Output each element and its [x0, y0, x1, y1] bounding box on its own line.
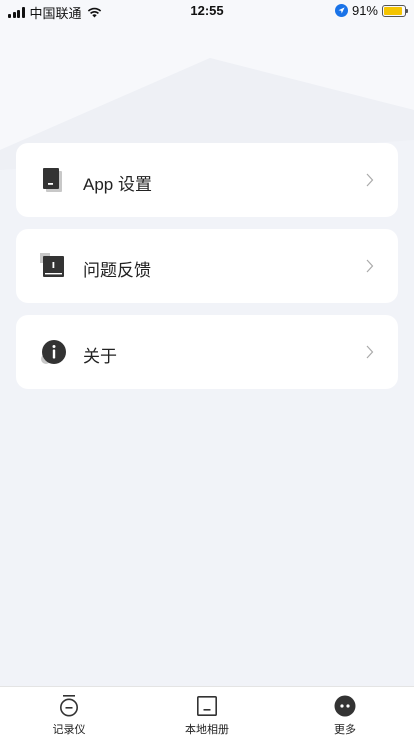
- settings-menu: App 设置 问题反馈 关于: [16, 143, 398, 401]
- tab-recorder[interactable]: 记录仪: [0, 687, 138, 736]
- feedback-icon: [40, 253, 64, 277]
- recorder-icon: [60, 695, 78, 717]
- info-icon: [41, 340, 66, 364]
- battery-icon: [382, 4, 408, 17]
- chevron-right-icon: [366, 259, 374, 273]
- more-icon: [334, 695, 356, 717]
- menu-item-label: App 设置: [83, 175, 152, 194]
- tab-bar: 记录仪 本地相册 更多: [0, 686, 414, 736]
- tab-label: 更多: [334, 724, 356, 736]
- tab-local-album[interactable]: 本地相册: [138, 687, 276, 736]
- tab-more[interactable]: 更多: [276, 687, 414, 736]
- battery-fill: [384, 6, 403, 15]
- status-bar: 中国联通 12:55 91%: [0, 0, 414, 22]
- tab-label: 本地相册: [185, 724, 229, 736]
- battery-percent: 91%: [351, 3, 378, 18]
- chevron-right-icon: [366, 345, 374, 359]
- menu-item-about[interactable]: 关于: [16, 315, 398, 389]
- chevron-right-icon: [366, 173, 374, 187]
- tab-label: 记录仪: [52, 724, 86, 736]
- album-icon: [196, 695, 217, 716]
- location-arrow-icon: [334, 4, 348, 17]
- menu-item-label: 问题反馈: [83, 261, 151, 280]
- menu-item-feedback[interactable]: 问题反馈: [16, 229, 398, 303]
- menu-item-app-settings[interactable]: App 设置: [16, 143, 398, 217]
- status-right: 91%: [334, 3, 408, 18]
- device-icon: [43, 168, 62, 192]
- menu-item-label: 关于: [83, 347, 117, 366]
